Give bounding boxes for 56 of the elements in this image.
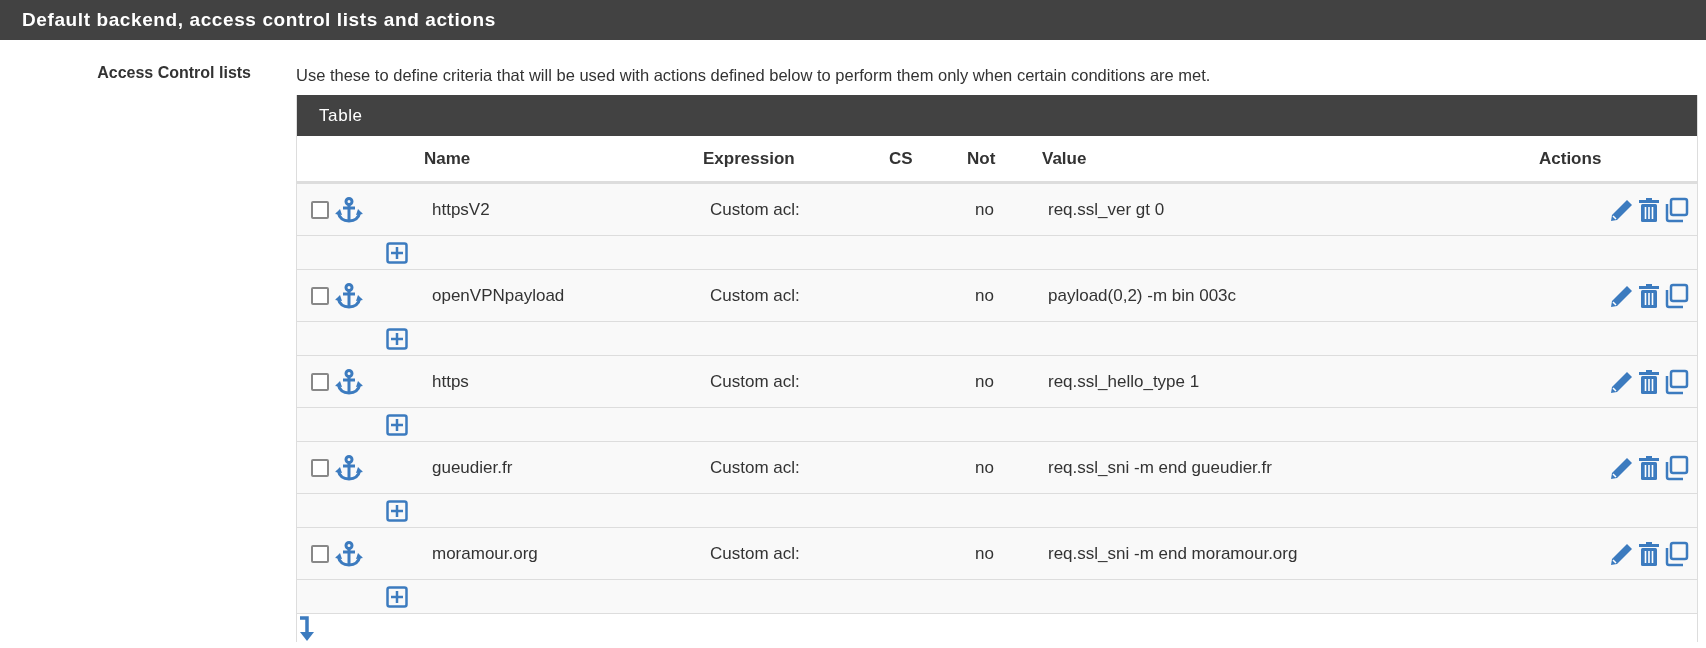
anchor-icon[interactable] bbox=[335, 540, 363, 567]
column-header: Name bbox=[424, 148, 471, 169]
trash-icon[interactable] bbox=[1638, 454, 1660, 481]
table-cell: Custom acl: bbox=[710, 285, 800, 306]
table-cell: req.ssl_sni -m end gueudier.fr bbox=[1048, 457, 1272, 478]
table-cell: no bbox=[975, 285, 994, 306]
table-cell: req.ssl_sni -m end moramour.org bbox=[1048, 543, 1298, 564]
row-checkbox[interactable] bbox=[311, 286, 329, 305]
table-title: Table bbox=[297, 95, 1697, 136]
add-icon[interactable] bbox=[386, 499, 408, 522]
copy-icon[interactable] bbox=[1663, 368, 1689, 395]
add-icon[interactable] bbox=[386, 241, 408, 264]
anchor-icon[interactable] bbox=[335, 282, 363, 309]
table-cell: gueudier.fr bbox=[432, 457, 513, 478]
column-header: Value bbox=[1042, 148, 1087, 169]
table-cell: no bbox=[975, 199, 994, 220]
row-checkbox[interactable] bbox=[311, 372, 329, 391]
copy-icon[interactable] bbox=[1663, 282, 1689, 309]
anchor-icon[interactable] bbox=[335, 454, 363, 481]
trash-icon[interactable] bbox=[1638, 368, 1660, 395]
table-cell: req.ssl_ver gt 0 bbox=[1048, 199, 1165, 220]
table-cell: req.ssl_hello_type 1 bbox=[1048, 371, 1200, 392]
arrow-down-icon[interactable] bbox=[299, 616, 315, 642]
trash-icon[interactable] bbox=[1638, 540, 1660, 567]
column-header: CS bbox=[889, 148, 913, 169]
copy-icon[interactable] bbox=[1663, 540, 1689, 567]
section-title: Default backend, access control lists and actions bbox=[0, 0, 1706, 40]
table-cell: https bbox=[432, 371, 469, 392]
table-cell: moramour.org bbox=[432, 543, 538, 564]
column-header: Not bbox=[967, 148, 996, 169]
add-icon[interactable] bbox=[386, 413, 408, 436]
row-checkbox[interactable] bbox=[311, 544, 329, 563]
trash-icon[interactable] bbox=[1638, 282, 1660, 309]
row-checkbox[interactable] bbox=[311, 200, 329, 219]
copy-icon[interactable] bbox=[1663, 196, 1689, 223]
description: Use these to define criteria that will be used with actions defined below to perform them only when certain conditions are met. bbox=[296, 65, 1212, 86]
field-label: Access Control lists bbox=[96, 63, 252, 83]
table-cell: no bbox=[975, 543, 994, 564]
table-cell: Custom acl: bbox=[710, 199, 800, 220]
add-icon[interactable] bbox=[386, 327, 408, 350]
table-cell: Custom acl: bbox=[710, 371, 800, 392]
add-icon[interactable] bbox=[386, 585, 408, 608]
trash-icon[interactable] bbox=[1638, 196, 1660, 223]
copy-icon[interactable] bbox=[1663, 454, 1689, 481]
anchor-icon[interactable] bbox=[335, 368, 363, 395]
table-cell: payload(0,2) -m bin 003c bbox=[1048, 285, 1237, 306]
column-header: Actions bbox=[1539, 148, 1602, 169]
table-cell: Custom acl: bbox=[710, 457, 800, 478]
table-cell: Custom acl: bbox=[710, 543, 800, 564]
column-header: Expression bbox=[703, 148, 795, 169]
row-checkbox[interactable] bbox=[311, 458, 329, 477]
table-cell: no bbox=[975, 457, 994, 478]
table-cell: httpsV2 bbox=[432, 199, 490, 220]
table-cell: no bbox=[975, 371, 994, 392]
anchor-icon[interactable] bbox=[335, 196, 363, 223]
table-cell: openVPNpayload bbox=[432, 285, 565, 306]
